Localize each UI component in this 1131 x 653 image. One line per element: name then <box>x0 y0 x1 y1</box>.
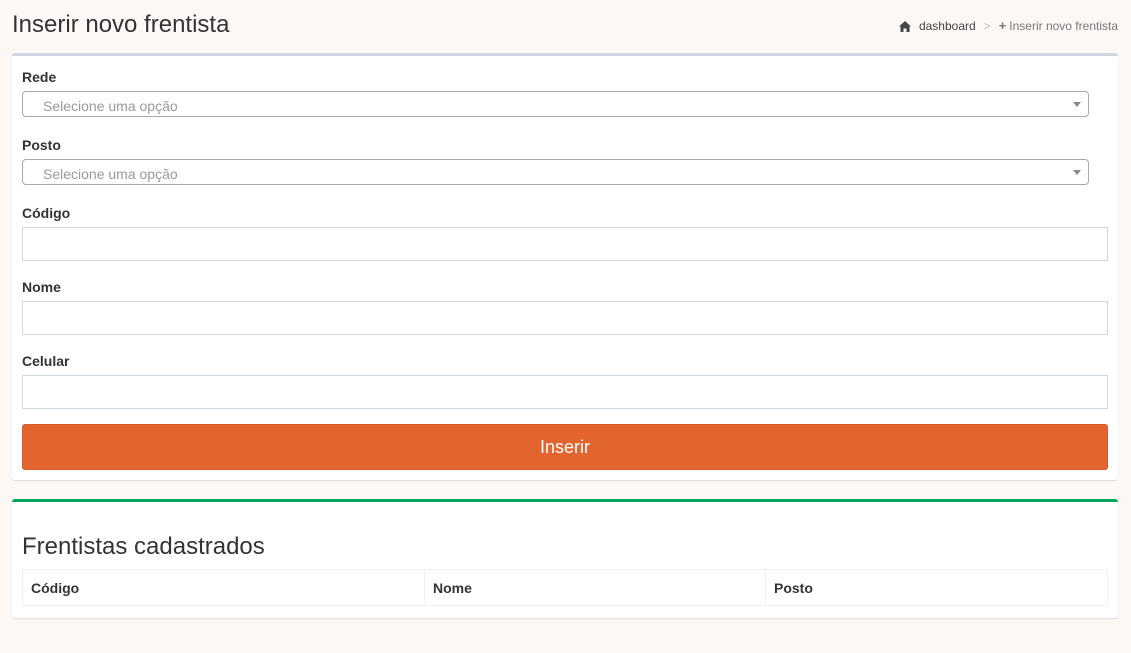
insert-form-box: Rede Selecione uma opção Posto Selecione… <box>12 53 1118 480</box>
frentistas-list-box: Frentistas cadastrados Código Nome Posto <box>12 499 1118 618</box>
page-header: Inserir novo frentista dashboard > + Ins… <box>12 0 1118 50</box>
posto-select-placeholder: Selecione uma opção <box>43 166 178 182</box>
posto-select[interactable]: Selecione uma opção <box>22 159 1089 185</box>
table-header-row: Código Nome Posto <box>22 569 1108 606</box>
breadcrumb-dashboard-link[interactable]: dashboard <box>919 19 976 33</box>
breadcrumb: dashboard > + Inserir novo frentista <box>898 19 1118 33</box>
posto-label: Posto <box>22 137 61 153</box>
list-title: Frentistas cadastrados <box>22 533 265 560</box>
home-icon <box>898 20 911 32</box>
plus-icon: + <box>998 18 1007 33</box>
codigo-label: Código <box>22 205 71 221</box>
celular-label: Celular <box>22 353 70 369</box>
breadcrumb-current-label: Inserir novo frentista <box>1009 19 1118 33</box>
column-header-codigo[interactable]: Código <box>22 569 425 606</box>
breadcrumb-separator: > <box>983 19 991 33</box>
codigo-input[interactable] <box>22 227 1108 261</box>
chevron-down-icon <box>1073 102 1081 107</box>
nome-input[interactable] <box>22 301 1108 335</box>
frentistas-table: Código Nome Posto <box>22 569 1108 606</box>
page-title: Inserir novo frentista <box>12 11 230 38</box>
inserir-button[interactable]: Inserir <box>22 424 1108 470</box>
nome-label: Nome <box>22 279 61 295</box>
rede-select[interactable]: Selecione uma opção <box>22 91 1089 117</box>
breadcrumb-current: + Inserir novo frentista <box>999 19 1118 33</box>
column-header-nome[interactable]: Nome <box>424 569 766 606</box>
celular-input[interactable] <box>22 375 1108 409</box>
rede-select-placeholder: Selecione uma opção <box>43 98 178 114</box>
column-header-posto[interactable]: Posto <box>765 569 1108 606</box>
rede-label: Rede <box>22 69 57 85</box>
chevron-down-icon <box>1073 170 1081 175</box>
